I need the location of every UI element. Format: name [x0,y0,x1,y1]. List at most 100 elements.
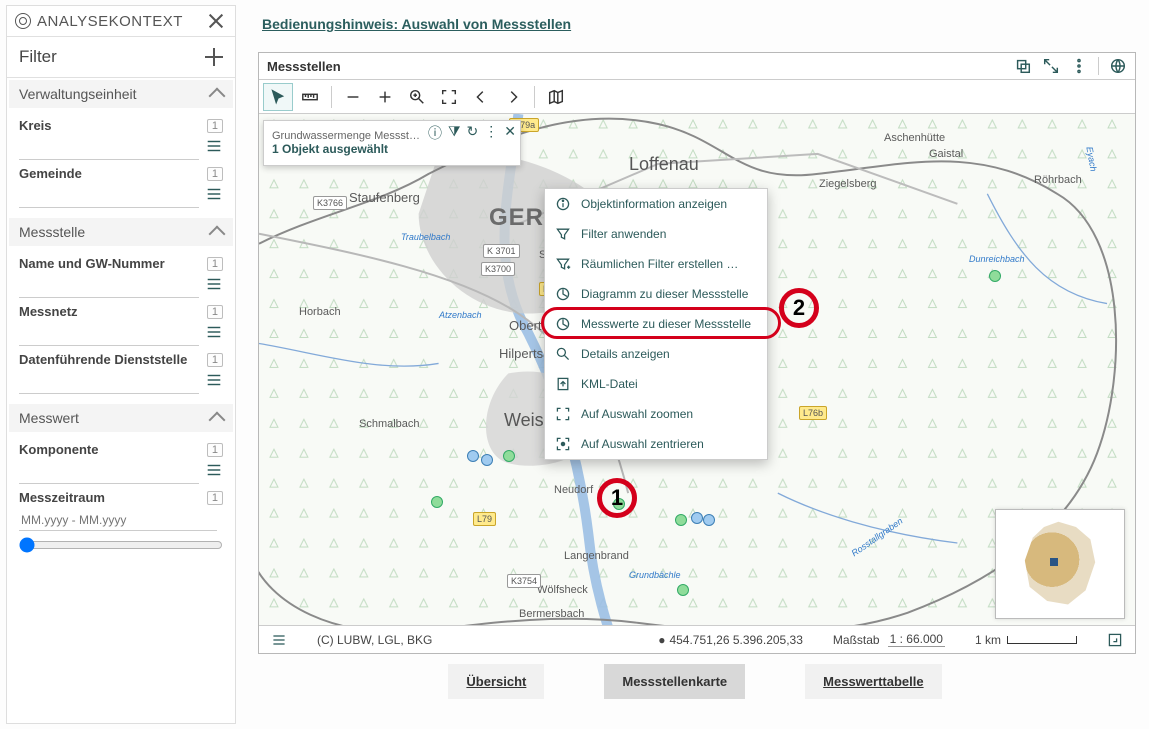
badge: 1 [207,257,223,271]
tab-messstellenkarte[interactable]: Messstellenkarte [604,664,745,699]
refresh-icon[interactable]: ↻ [467,123,479,143]
ruler-tool[interactable] [295,83,325,111]
filter-add-icon[interactable]: ⧩ [448,123,461,143]
messzeitraum-slider[interactable] [19,537,223,553]
annotation-circle-1: 1 [597,478,637,518]
bottom-tabs: Übersicht Messstellenkarte Messwerttabel… [256,664,1134,699]
map-canvas[interactable]: GERNSBACH Loffenau Weisenbach Staufenber… [259,114,1135,653]
label-horbach: Horbach [299,306,341,318]
tab-messwerttabelle[interactable]: Messwerttabelle [805,664,941,699]
cm-raum-filter[interactable]: Räumlichen Filter erstellen … [545,249,767,279]
name-gw-input[interactable] [19,276,199,298]
marker-green[interactable] [677,584,689,596]
cm-kml[interactable]: KML-Datei [545,369,767,399]
list-icon[interactable] [205,185,223,208]
copy-icon[interactable] [1014,57,1032,75]
tab-uebersicht[interactable]: Übersicht [448,664,544,699]
creek-label: Grundbächle [629,570,681,580]
label-loffenau: Loffenau [629,154,699,175]
footer-expand-icon[interactable] [1107,632,1123,648]
zoom-in-icon[interactable] [370,83,400,111]
road-badge: K3766 [313,196,347,210]
badge: 1 [207,305,223,319]
label-schmalbach: Schmalbach [359,418,420,430]
filter-label: Filter [19,47,57,67]
marker-green[interactable] [503,450,515,462]
info-icon[interactable]: ⓘ [428,123,442,143]
list-icon[interactable] [205,461,223,484]
cm-filter-anwenden[interactable]: Filter anwenden [545,219,767,249]
kreis-input[interactable] [19,138,199,160]
marker-blue[interactable] [467,450,479,462]
label-roehrbach: Röhrbach [1034,174,1082,186]
creek-label: Traubelbach [401,232,450,242]
badge: 1 [207,443,223,457]
zoom-out-icon[interactable] [338,83,368,111]
road-badge: K 3701 [483,244,520,258]
marker-green[interactable] [431,496,443,508]
coords-text: 454.751,26 5.396.205,33 [669,633,802,647]
cm-diagramm[interactable]: Diagramm zu dieser Messstelle [545,279,767,309]
close-icon[interactable] [207,12,225,30]
popup-more-icon[interactable]: ⋮ [484,123,498,143]
dienststelle-input[interactable] [19,372,199,394]
cm-zoom-sel[interactable]: Auf Auswahl zoomen [545,399,767,429]
globe-icon[interactable] [1109,57,1127,75]
marker-blue[interactable] [481,454,493,466]
add-filter-icon[interactable] [205,48,223,66]
section-title: Verwaltungseinheit [19,86,137,102]
field-label-name-gw: Name und GW-Nummer [19,256,165,271]
fullextent-icon[interactable] [434,83,464,111]
selection-popup: ⓘ ⧩ ↻ ⋮ ✕ Grundwassermenge Messst… 1 Obj… [263,120,521,166]
road-badge: L79 [473,512,496,526]
cm-details[interactable]: Details anzeigen [545,339,767,369]
panel-title: Messstellen [267,59,341,74]
messnetz-input[interactable] [19,324,199,346]
chevron-up-icon [209,412,226,429]
list-icon[interactable] [205,371,223,394]
expand-icon[interactable] [1042,57,1060,75]
gemeinde-input[interactable] [19,186,199,208]
analysis-context-sidebar: ANALYSEKONTEXT Filter Verwaltungseinheit… [6,5,236,724]
list-icon[interactable] [205,137,223,160]
pointer-tool[interactable] [263,83,293,111]
list-icon[interactable] [205,323,223,346]
label-gaistal: Gaistal [929,148,963,160]
layers-icon[interactable] [271,632,287,648]
filter-row: Filter [7,37,235,78]
section-header-verwaltungseinheit[interactable]: Verwaltungseinheit [9,80,233,108]
cm-objektinfo[interactable]: Objektinformation anzeigen [545,189,767,219]
section-header-messstelle[interactable]: Messstelle [9,218,233,246]
forward-icon[interactable] [498,83,528,111]
field-label-kreis: Kreis [19,118,52,133]
scale-value[interactable]: 1 : 66.000 [888,632,945,647]
label-aschenhuette: Aschenhütte [884,132,945,144]
back-icon[interactable] [466,83,496,111]
marker-blue[interactable] [691,512,703,524]
popup-close-icon[interactable]: ✕ [504,123,516,143]
badge: 1 [207,167,223,181]
marker-green[interactable] [675,514,687,526]
zoom-magnify-icon[interactable] [402,83,432,111]
section-header-messwert[interactable]: Messwert [9,404,233,432]
cm-center-sel[interactable]: Auf Auswahl zentrieren [545,429,767,459]
road-badge: L76b [799,406,827,420]
field-label-messzeitraum: Messzeitraum [19,490,105,505]
sidebar-title: ANALYSEKONTEXT [37,13,183,30]
section-messstelle: Messstelle Name und GW-Nummer 1 Messnetz… [9,218,233,402]
label-wolfsheck: Wölfsheck [537,584,588,596]
messzeitraum-input[interactable] [19,509,217,531]
field-label-komponente: Komponente [19,442,98,457]
badge: 1 [207,353,223,367]
sidebar-header: ANALYSEKONTEXT [7,6,235,37]
marker-green[interactable] [989,270,1001,282]
help-link[interactable]: Bedienungshinweis: Auswahl von Messstell… [262,16,571,32]
label-langenbrand: Langenbrand [564,550,629,562]
basemap-icon[interactable] [541,83,571,111]
minimap[interactable] [995,509,1125,619]
marker-blue[interactable] [703,514,715,526]
more-icon[interactable] [1070,57,1088,75]
list-icon[interactable] [205,275,223,298]
komponente-input[interactable] [19,462,199,484]
road-badge: K3754 [507,574,541,588]
